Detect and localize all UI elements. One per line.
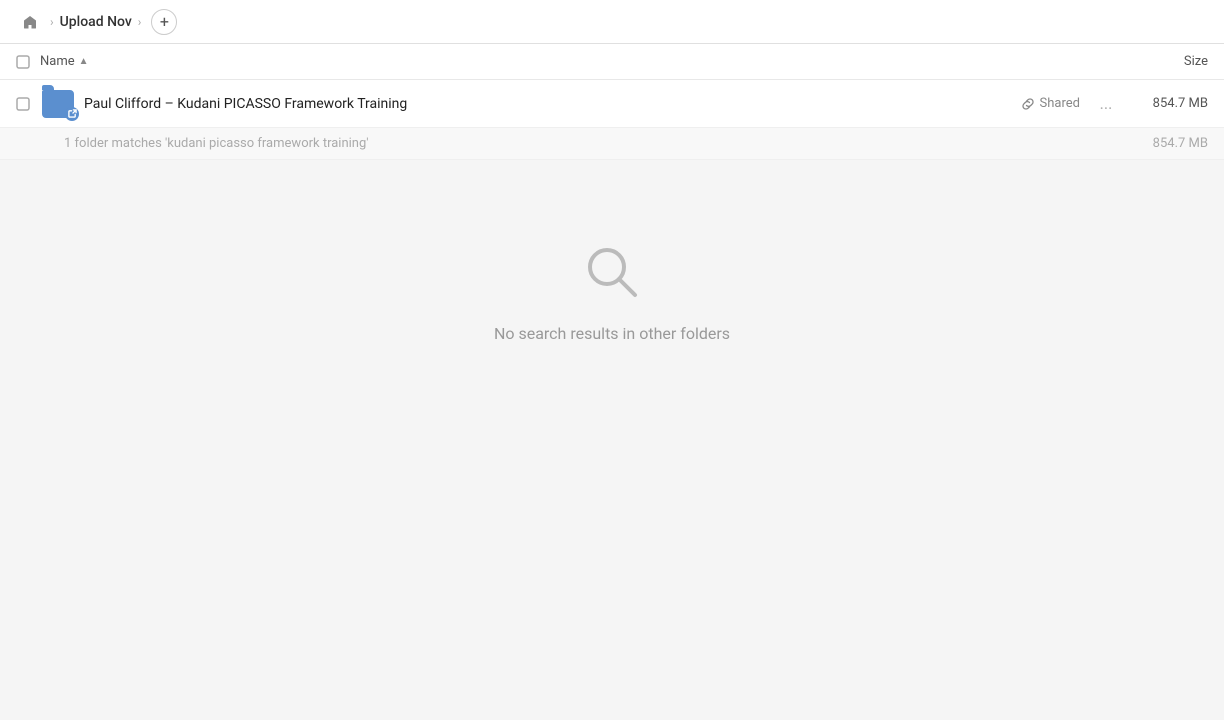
file-list-item[interactable]: Paul Clifford – Kudani PICASSO Framework…: [0, 80, 1224, 128]
file-name-label: Paul Clifford – Kudani PICASSO Framework…: [84, 96, 1021, 112]
no-results-message: No search results in other folders: [494, 324, 730, 343]
folder-icon-wrap: [40, 86, 76, 122]
home-breadcrumb[interactable]: [16, 8, 44, 36]
column-header-row: Name ▲ Size: [0, 44, 1224, 80]
breadcrumb-bar: › Upload Nov › +: [0, 0, 1224, 44]
match-count-row: 1 folder matches 'kudani picasso framewo…: [0, 128, 1224, 160]
select-all-checkbox[interactable]: [16, 55, 40, 69]
link-badge-icon: [65, 107, 79, 121]
match-total-size: 854.7 MB: [1153, 136, 1208, 151]
breadcrumb-chevron-1: ›: [50, 15, 54, 29]
home-icon: [22, 14, 38, 30]
no-results-search-icon: [580, 240, 644, 308]
match-count-text: 1 folder matches 'kudani picasso framewo…: [64, 136, 369, 151]
more-options-button[interactable]: ...: [1092, 90, 1120, 118]
name-column-header[interactable]: Name ▲: [40, 54, 1108, 69]
checkbox-row-icon: [16, 97, 30, 111]
link-icon: [1021, 97, 1035, 111]
breadcrumb-chevron-2: ›: [138, 15, 142, 29]
breadcrumb-upload-nov[interactable]: Upload Nov: [60, 14, 132, 30]
shared-status: Shared: [1021, 96, 1080, 111]
checkbox-unchecked-icon: [16, 55, 30, 69]
size-column-header[interactable]: Size: [1108, 54, 1208, 69]
empty-state: No search results in other folders: [0, 160, 1224, 403]
sort-arrow-icon: ▲: [79, 56, 89, 67]
row-checkbox[interactable]: [16, 97, 40, 111]
add-button[interactable]: +: [151, 9, 177, 35]
file-size-label: 854.7 MB: [1128, 96, 1208, 111]
